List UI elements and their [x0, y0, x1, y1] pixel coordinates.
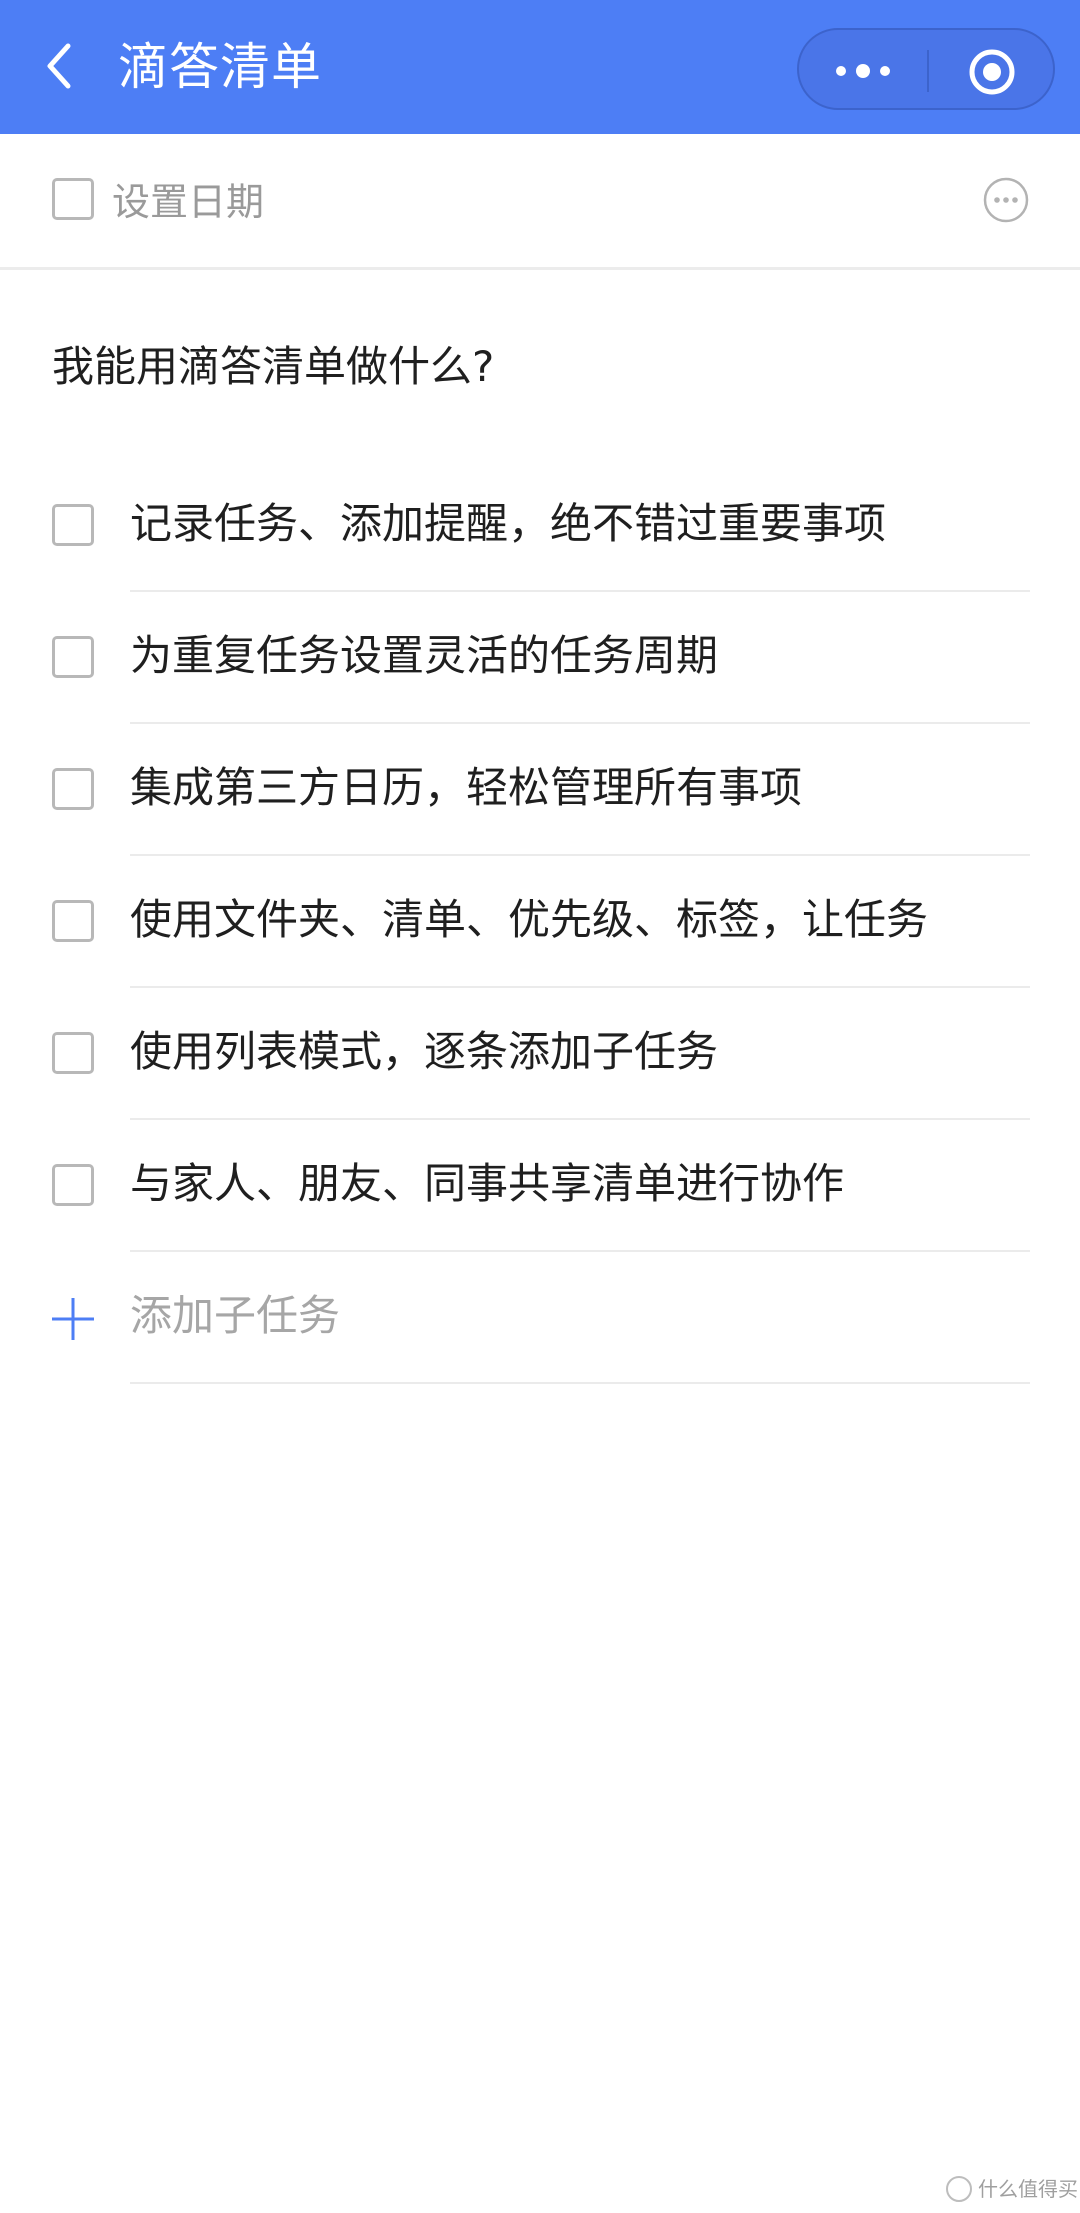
nav-bar: 滴答清单: [0, 0, 1080, 134]
task-checkbox[interactable]: [52, 178, 94, 220]
subtask-item[interactable]: 使用文件夹、清单、优先级、标签，让任务: [0, 856, 1080, 988]
subtask-checkbox[interactable]: [52, 504, 94, 546]
subtask-label[interactable]: 与家人、朋友、同事共享清单进行协作: [130, 1153, 942, 1215]
subtask-label[interactable]: 记录任务、添加提醒，绝不错过重要事项: [130, 493, 942, 555]
chevron-left-icon[interactable]: [38, 38, 82, 94]
page-title: 滴答清单: [118, 38, 322, 96]
more-horizontal-icon[interactable]: [833, 56, 893, 86]
add-subtask-label[interactable]: 添加子任务: [130, 1285, 942, 1347]
watermark-logo-icon: [946, 2175, 972, 2202]
subtask-label[interactable]: 使用文件夹、清单、优先级、标签，让任务: [130, 889, 942, 951]
subtask-item[interactable]: 集成第三方日历，轻松管理所有事项: [0, 724, 1080, 856]
subtask-item[interactable]: 记录任务、添加提醒，绝不错过重要事项: [0, 460, 1080, 592]
set-date-button[interactable]: 设置日期: [112, 178, 264, 226]
divider: [130, 1382, 1030, 1384]
subtask-checkbox[interactable]: [52, 636, 94, 678]
subtask-checkbox[interactable]: [52, 1032, 94, 1074]
subtask-label[interactable]: 集成第三方日历，轻松管理所有事项: [130, 757, 942, 819]
date-bar: 设置日期: [0, 134, 1080, 270]
subtask-checkbox[interactable]: [52, 768, 94, 810]
subtask-item[interactable]: 与家人、朋友、同事共享清单进行协作: [0, 1120, 1080, 1252]
subtask-item[interactable]: 为重复任务设置灵活的任务周期: [0, 592, 1080, 724]
capsule-divider: [927, 50, 929, 92]
target-icon[interactable]: [967, 47, 1017, 97]
subtask-checkbox[interactable]: [52, 1164, 94, 1206]
more-circle-icon[interactable]: [982, 176, 1030, 224]
task-title[interactable]: 我能用滴答清单做什么?: [52, 336, 494, 398]
subtask-label[interactable]: 为重复任务设置灵活的任务周期: [130, 625, 942, 687]
plus-icon: [52, 1298, 94, 1340]
subtask-item[interactable]: 使用列表模式，逐条添加子任务: [0, 988, 1080, 1120]
add-subtask-button[interactable]: 添加子任务: [0, 1252, 1080, 1384]
subtask-label[interactable]: 使用列表模式，逐条添加子任务: [130, 1021, 942, 1083]
mini-program-capsule: [797, 28, 1055, 110]
watermark-text: 什么值得买: [978, 2177, 1078, 2201]
subtask-checkbox[interactable]: [52, 900, 94, 942]
watermark: 什么值得买: [946, 2174, 1078, 2204]
